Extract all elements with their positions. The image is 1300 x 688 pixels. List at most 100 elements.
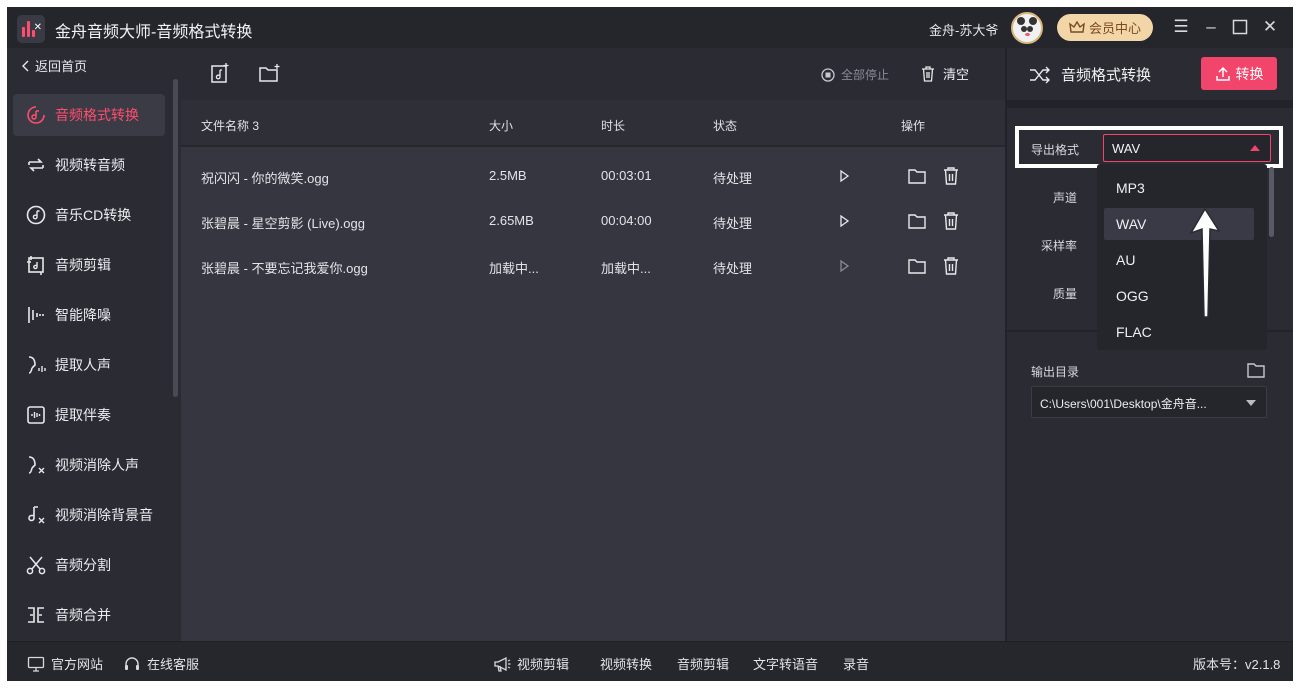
file-name: 张碧晨 - 不要忘记我爱你.ogg [201,261,368,276]
channel-label: 声道 [1053,191,1078,205]
stop-all-label: 全部停止 [841,68,890,82]
official-website-label: 官方网站 [51,657,104,672]
online-service-link[interactable]: 在线客服 [123,654,199,673]
denoise-icon [28,307,44,323]
user-name[interactable]: 金舟-苏大爷 [929,20,998,39]
stop-icon [821,67,835,82]
folder-icon[interactable] [906,255,928,277]
sidebar-item-audio-split[interactable]: 音频分割 [13,544,165,586]
folder-icon[interactable] [906,165,928,187]
sidebar-scrollbar[interactable] [173,79,178,397]
menu-icon[interactable]: ☰ [1171,17,1191,37]
sidebar-item-label: 提取人声 [55,357,111,373]
folder-icon[interactable] [1245,359,1267,381]
file-size: 2.65MB [489,213,534,228]
sidebar-item-music-cd[interactable]: 音乐CD转换 [13,194,165,236]
promo-link-video-edit[interactable]: 视频剪辑 [493,654,569,673]
promo-link-audio-edit[interactable]: 音频剪辑 [677,654,729,673]
add-folder-icon[interactable] [257,62,281,86]
table-row[interactable]: 张碧晨 - 星空剪影 (Live).ogg 2.65MB 00:04:00 待处… [181,199,1005,244]
promo-link-video-convert[interactable]: 视频转换 [600,654,652,673]
avatar[interactable] [1011,12,1043,44]
folder-icon[interactable] [906,210,928,232]
sidebar-item-video-remove-bgm[interactable]: 视频消除背景音 [13,494,165,536]
play-icon[interactable] [833,210,855,232]
trash-icon[interactable] [940,165,962,187]
play-icon[interactable] [833,255,855,277]
promo-link-label: 视频转换 [600,657,653,672]
title-bar: ✕ 金舟音频大师-音频格式转换 金舟-苏大爷 会员中心 ☰ – ✕ [7,7,1293,48]
add-file-icon[interactable] [208,62,232,86]
version-label: 版本号：v2.1.8 [1193,657,1281,672]
sidebar-item-label: 音频剪辑 [55,257,111,273]
sidebar-item-extract-accompaniment[interactable]: 提取伴奏 [13,394,165,436]
convert-label: 转换 [1235,65,1264,82]
file-name: 祝闪闪 - 你的微笑.ogg [201,171,329,186]
output-dir-label: 输出目录 [1031,365,1080,379]
output-dir-value: C:\Users\001\Desktop\金舟音... [1040,397,1207,411]
bottom-bar: 官方网站 在线客服 视频剪辑 视频转换 音频剪辑 文字转语音 录音 版本号：v2… [7,641,1293,681]
file-status: 待处理 [713,261,753,276]
export-format-value: WAV [1112,141,1141,156]
sidebar-item-audio-edit[interactable]: 音频剪辑 [13,244,165,286]
video-remove-bgm-icon [28,506,45,524]
sidebar-item-extract-voice[interactable]: 提取人声 [13,344,165,386]
sidebar-item-audio-merge[interactable]: 音频合并 [13,594,165,636]
sidebar-item-label: 音乐CD转换 [55,207,132,223]
cd-icon [26,205,46,225]
online-service-label: 在线客服 [147,657,200,672]
app-logo-icon: ✕ [17,15,45,43]
close-icon[interactable]: ✕ [1260,17,1280,37]
convert-button[interactable]: 转换 [1201,57,1277,90]
trash-icon[interactable] [940,255,962,277]
official-website-link[interactable]: 官方网站 [27,654,103,673]
sidebar-item-label: 音频分割 [55,557,111,573]
sidebar-item-denoise[interactable]: 智能降噪 [13,294,165,336]
file-status: 待处理 [713,171,753,186]
sidebar-item-label: 音频合并 [55,607,111,623]
table-row[interactable]: 张碧晨 - 不要忘记我爱你.ogg 加载中... 加载中... 待处理 [181,244,1005,289]
header-duration: 时长 [601,119,626,133]
clear-button[interactable]: 清空 [921,64,969,83]
sidebar-item-video-to-audio[interactable]: 视频转音频 [13,144,165,186]
minimize-icon[interactable]: – [1201,17,1221,37]
promo-link-record[interactable]: 录音 [843,654,869,673]
trash-icon[interactable] [940,210,962,232]
sidebar-item-audio-format-convert[interactable]: 音频格式转换 [13,94,165,136]
vip-center-button[interactable]: 会员中心 [1057,14,1153,41]
header-status: 状态 [713,119,738,133]
maximize-icon[interactable] [1230,17,1250,37]
promo-link-label: 音频剪辑 [677,657,730,672]
panel-title: 音频格式转换 [1029,64,1151,85]
stop-all-button[interactable]: 全部停止 [821,66,889,83]
vip-center-label: 会员中心 [1088,21,1141,36]
annotation-arrow-icon [1189,207,1221,318]
quality-label: 质量 [1053,287,1078,301]
sidebar-item-label: 智能降噪 [55,307,111,323]
sidebar-item-label: 音频格式转换 [55,107,139,123]
sidebar-item-label: 视频消除人声 [55,457,139,473]
headset-icon [125,656,139,670]
promo-link-text-to-speech[interactable]: 文字转语音 [753,654,818,673]
chevron-left-icon [22,60,29,71]
monitor-icon [27,656,45,672]
panel-divider [1007,100,1293,108]
megaphone-icon [494,656,511,672]
file-duration: 00:03:01 [601,168,652,183]
sidebar-item-label: 视频消除背景音 [55,507,153,523]
dropdown-scrollbar[interactable] [1269,167,1274,237]
play-icon[interactable] [833,165,855,187]
table-row[interactable]: 祝闪闪 - 你的微笑.ogg 2.5MB 00:03:01 待处理 [181,154,1005,199]
list-header: 文件名称 3 大小 时长 状态 操作 [181,100,1005,147]
sidebar-item-label: 视频转音频 [55,157,125,173]
header-name: 文件名称 3 [201,119,260,133]
sidebar: 返回首页 音频格式转换 视频转音频 音乐CD转换 音频剪辑 智能降噪 提取人声 [7,48,181,641]
app-window: ✕ 金舟音频大师-音频格式转换 金舟-苏大爷 会员中心 ☰ – ✕ 返回首页 音… [7,7,1293,681]
back-home-button[interactable]: 返回首页 [21,56,87,75]
output-dir-select[interactable]: C:\Users\001\Desktop\金舟音... [1031,386,1267,418]
sample-rate-label: 采样率 [1041,239,1078,253]
sidebar-item-video-remove-voice[interactable]: 视频消除人声 [13,444,165,486]
panel-title-label: 音频格式转换 [1061,67,1152,84]
format-option-mp3[interactable]: MP3 [1104,172,1254,204]
export-format-select[interactable]: WAV [1103,134,1271,162]
